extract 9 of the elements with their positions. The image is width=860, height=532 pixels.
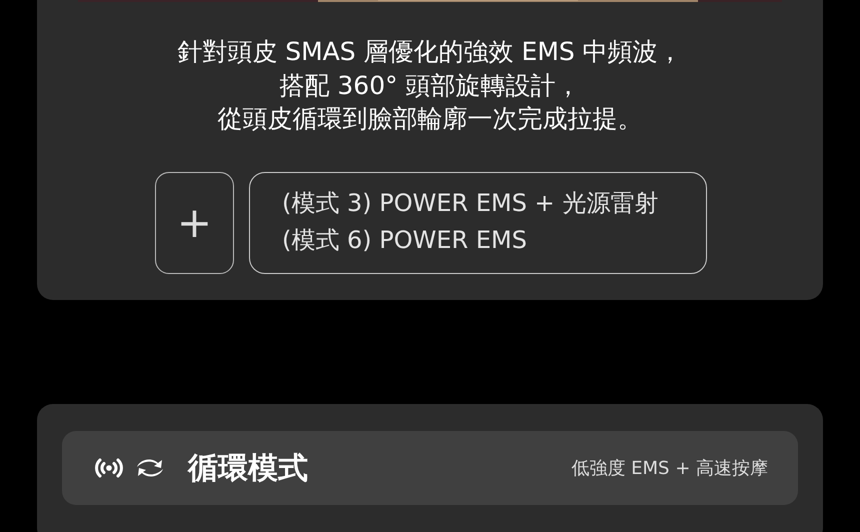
description-line: 從頭皮循環到臉部輪廓一次完成拉提。 (218, 103, 642, 135)
mode-line: (模式 6) POWER EMS (282, 224, 527, 256)
cycle-mode-bar[interactable]: 循環模式 低強度 EMS + 高速按摩 (62, 431, 798, 505)
description-line: 搭配 360° 頭部旋轉設計， (279, 70, 581, 102)
description-line: 針對頭皮 SMAS 層優化的強效 EMS 中頻波， (177, 36, 683, 68)
mode-title: 循環模式 (188, 450, 308, 488)
mode-line: (模式 3) POWER EMS + 光源雷射 (282, 188, 658, 218)
add-button[interactable]: + (155, 172, 234, 274)
mode-detail: 低強度 EMS + 高速按摩 (571, 456, 768, 480)
